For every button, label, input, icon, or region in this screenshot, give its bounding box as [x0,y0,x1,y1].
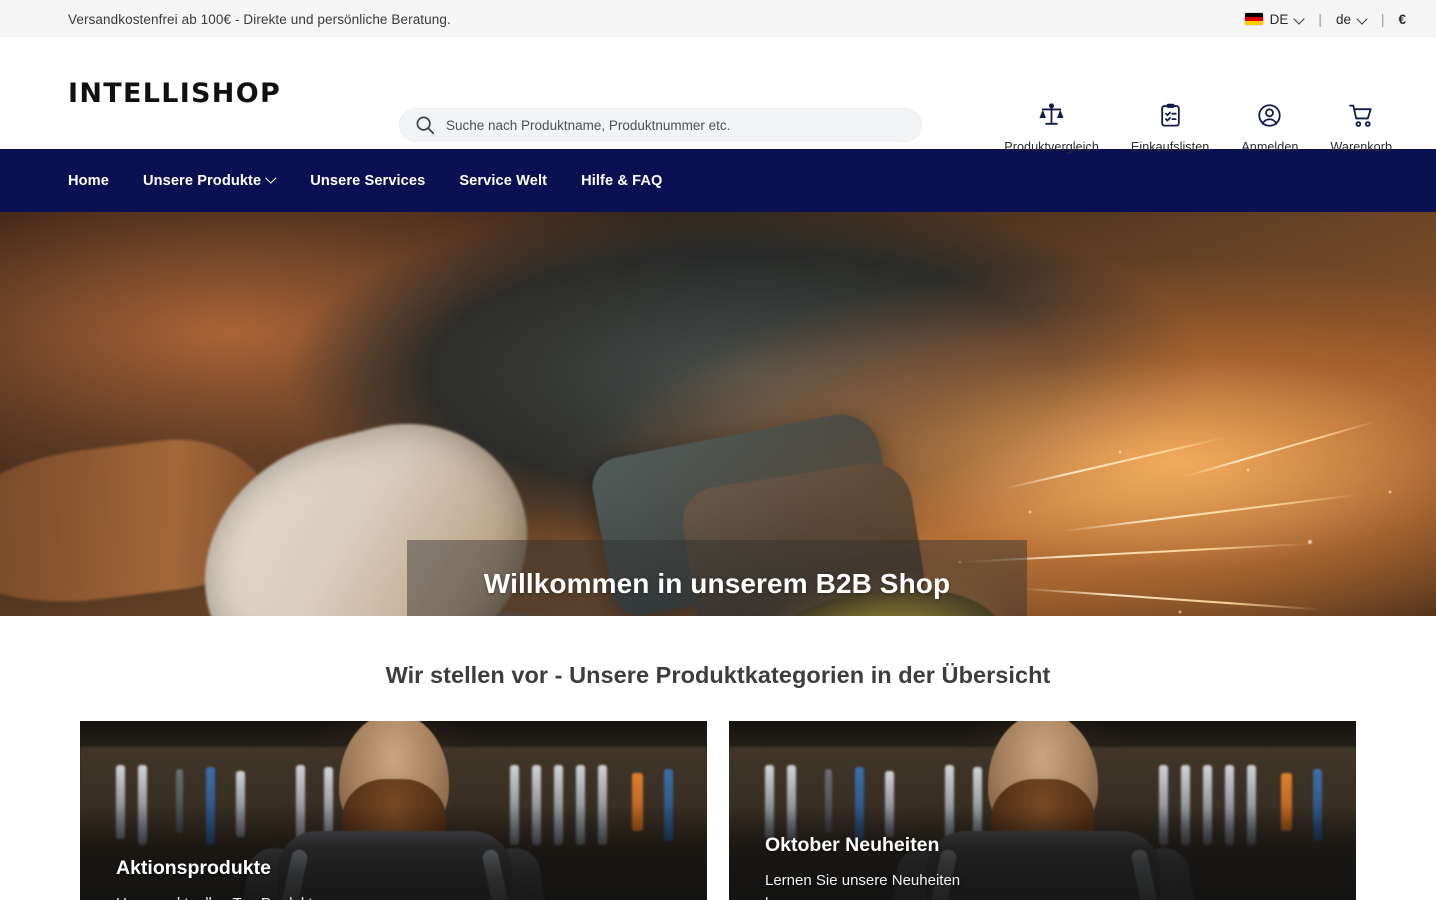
search-box[interactable] [399,108,922,142]
nav-item-hilfe-faq[interactable]: Hilfe & FAQ [564,173,679,189]
locale-separator-1: | [1318,11,1322,27]
country-code-label: DE [1269,11,1289,27]
card-description: Lernen Sie unsere Neuheiten kennen. [765,871,961,900]
search-input[interactable] [446,117,905,133]
card-title: Oktober Neuheiten [765,833,940,856]
hero-subtitle: Entdecken Sie unsere tollen Angebote! [588,614,847,617]
product-comparison-label: Produktvergleich [1004,140,1099,154]
nav-item-label: Unsere Produkte [142,172,262,189]
nav-item-label: Unsere Services [310,172,426,189]
category-card-oktober-neuheiten[interactable]: Oktober Neuheiten Lernen Sie unsere Neuh… [729,721,1356,900]
hero-title: Willkommen in unserem B2B Shop [483,567,951,599]
nav-item-unsere-produkte[interactable]: Unsere Produkte [126,173,293,189]
category-card-list: Aktionsprodukte Unsere aktuellen Top Pro… [0,721,1436,900]
balance-scale-icon [1038,102,1065,134]
chevron-down-icon [1295,15,1304,24]
hero-text-overlay: Willkommen in unserem B2B Shop Entdecken… [407,540,1027,616]
card-text-panel: Aktionsprodukte Unsere aktuellen Top Pro… [80,836,707,900]
product-categories-section: Wir stellen vor - Unsere Produktkategori… [0,616,1436,900]
shipping-promo-message: Versandkostenfrei ab 100€ - Direkte und … [68,11,451,27]
category-card-aktionsprodukte[interactable]: Aktionsprodukte Unsere aktuellen Top Pro… [80,721,707,900]
main-navigation: Home Unsere Produkte Unsere Services Ser… [0,149,1436,212]
cart-button[interactable]: Warenkorb [1314,102,1408,154]
clipboard-list-icon [1157,102,1184,134]
cart-label: Warenkorb [1330,140,1392,154]
login-label: Anmelden [1241,140,1299,154]
nav-item-service-welt[interactable]: Service Welt [442,173,564,189]
german-flag-icon [1244,13,1263,25]
shopping-lists-button[interactable]: Einkaufslisten [1115,102,1225,154]
currency-selector[interactable]: € [1388,12,1414,27]
shopping-lists-label: Einkaufslisten [1130,140,1210,154]
login-button[interactable]: Anmelden [1225,102,1314,154]
language-code-label: de [1335,11,1351,27]
nav-item-unsere-services[interactable]: Unsere Services [293,173,442,189]
hero-banner: Willkommen in unserem B2B Shop Entdecken… [0,212,1436,616]
chevron-down-icon [1358,15,1367,24]
nav-item-home[interactable]: Home [68,173,126,189]
search-bar [399,108,922,142]
nav-item-label: Home [68,172,109,189]
language-selector[interactable]: de [1326,12,1377,27]
country-selector[interactable]: DE [1235,12,1315,27]
locale-separator-2: | [1380,11,1385,27]
chevron-down-icon [267,174,276,183]
card-description: Unsere aktuellen Top Produkte. [116,892,346,900]
nav-item-label: Service Welt [459,172,548,189]
site-logo[interactable]: INTELLISHOP [68,78,281,109]
product-comparison-button[interactable]: Produktvergleich [988,102,1115,154]
shopping-cart-icon [1348,102,1375,134]
user-circle-icon [1256,102,1283,134]
card-title: Aktionsprodukte [116,856,271,879]
search-icon [414,114,436,136]
card-text-panel: Oktober Neuheiten Lernen Sie unsere Neuh… [729,813,1356,900]
locale-controls: DE | de | € [1235,12,1414,27]
section-title: Wir stellen vor - Unsere Produktkategori… [385,662,1051,688]
nav-item-label: Hilfe & FAQ [581,172,663,189]
header-actions: Produktvergleich Einkaufslisten Anmelden… [988,102,1408,154]
top-utility-bar: Versandkostenfrei ab 100€ - Direkte und … [0,0,1436,38]
site-header: INTELLISHOP Suche nach Produktname, Prod… [0,38,1436,154]
